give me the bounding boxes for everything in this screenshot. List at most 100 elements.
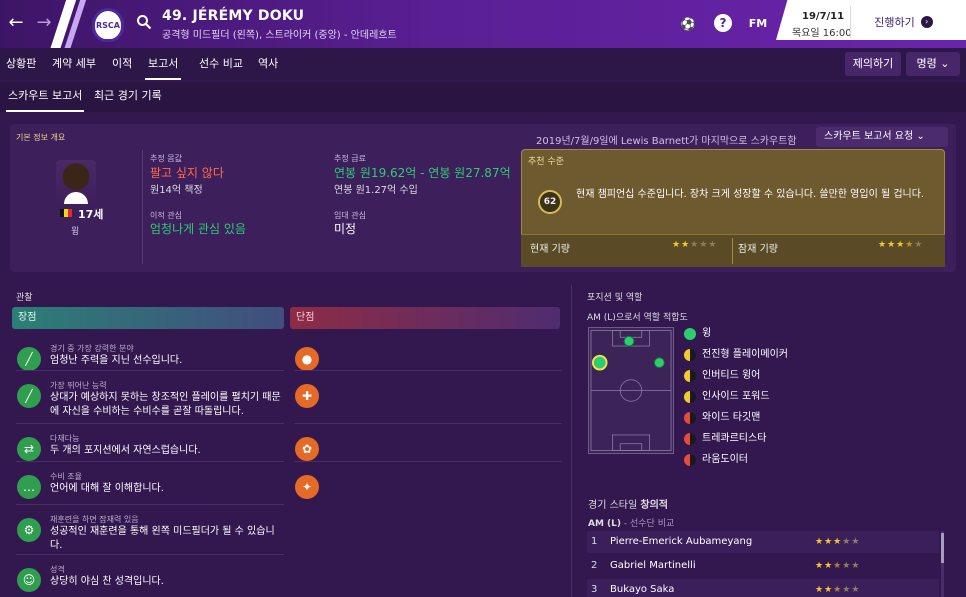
propose-button[interactable]: 제의하기 [845, 52, 901, 76]
help-icon[interactable]: ? [714, 14, 732, 32]
role-suitability-icon [684, 454, 696, 466]
squad-compare-row[interactable]: 2 Gabriel Martinelli ★★★★★ [587, 555, 939, 577]
head-icon: ☺ [17, 568, 41, 592]
value-text: 팔고 싶지 않다 [150, 166, 224, 180]
squad-compare-row[interactable]: 3 Bukayo Saka ★★★★★ [587, 579, 939, 597]
back-arrow-icon[interactable]: ← [6, 12, 26, 34]
strength-item-heading: 경기 중 가장 강력한 분야 [50, 344, 134, 353]
role-name: 전진형 플레이메이커 [702, 349, 788, 360]
strength-item: … 수비 조율 언어에 대해 잘 이해합니다. [12, 463, 284, 507]
compare-player-name: Bukayo Saka [610, 584, 675, 595]
value-label: 추정 몸값 [150, 154, 182, 163]
club-crest-icon[interactable]: RSCA [92, 8, 124, 42]
footprint-icon: ✿ [295, 437, 319, 461]
compare-rank: 3 [591, 584, 598, 595]
subtab-scout-report[interactable]: 스카우트 보고서 [6, 82, 85, 112]
tab-report[interactable]: 보고서 [145, 48, 182, 80]
command-button[interactable]: 명령 ⌄ [906, 52, 960, 76]
training-icon: ⚙ [17, 518, 41, 542]
strength-item-text: 엄청난 주력을 지닌 선수입니다. [50, 355, 183, 366]
football-icon[interactable]: ⚽ [678, 14, 698, 34]
observations-title: 관찰 [16, 293, 33, 303]
strength-item-text: 상대가 예상하지 못하는 창조적인 플레이를 펼치기 때문에 자신을 수비하는 … [50, 392, 281, 417]
compare-player-stars: ★★★★★ [815, 537, 861, 547]
strength-item-text: 상당히 야심 찬 성격입니다. [50, 576, 164, 587]
recommendation-label: 추천 수준 [528, 157, 564, 167]
strength-item-heading: 재훈련을 하면 잠재력 있음 [50, 515, 139, 524]
subtab-recent-matches[interactable]: 최근 경기 기록 [94, 82, 162, 112]
search-icon[interactable] [136, 14, 152, 30]
tab-contract[interactable]: 계약 세부 [52, 48, 96, 80]
role-name: 인사이드 포워드 [702, 391, 770, 402]
chevron-down-icon: ⌄ [940, 57, 950, 70]
potential-ability-label: 잠재 기량 [738, 244, 778, 255]
item-separator [294, 461, 562, 462]
wage-label: 추정 급료 [334, 154, 366, 163]
role-suitability-icon [684, 412, 696, 424]
compare-position: AM (L) [588, 519, 622, 529]
last-scouted-note: 2019년/7월/9일에 Lewis Barnett가 마지막으로 스카우트함 [536, 136, 797, 147]
sub-tabs: 스카우트 보고서 최근 경기 기록 [0, 82, 966, 112]
recommendation-text: 현재 챔피언십 수준입니다. 장차 크게 성장할 수 있습니다. 쓸만한 영입이… [576, 189, 925, 200]
compare-label: - 선수단 비교 [621, 519, 675, 529]
command-label: 명령 [916, 57, 937, 70]
role-suitability-icon [684, 370, 696, 382]
squad-compare-row[interactable]: 1 Pierre-Emerick Aubameyang ★★★★★ [587, 531, 939, 553]
player-age: 17세 [78, 208, 104, 221]
scout-request-label: 스카우트 보고서 요청 [824, 131, 914, 142]
pitch-position-dot [623, 335, 635, 347]
boot-icon: ╱ [17, 384, 41, 408]
boot-icon: ╱ [17, 347, 41, 371]
value-sub: 원14억 책정 [150, 185, 203, 196]
strength-item: ╱ 가장 뛰어난 능력 상대가 예상하지 못하는 창조적인 플레이를 펼치기 때문에… [12, 372, 284, 417]
role-name: 와이드 타깃맨 [702, 412, 761, 423]
pitch-position-main-dot [591, 354, 608, 371]
forward-arrow-icon[interactable]: → [34, 12, 54, 34]
strength-item-text: 언어에 대해 잘 이해합니다. [50, 483, 164, 494]
app-window: ← → RSCA 49. JÉRÉMY DOKU 공격형 미드필더 (왼쪽), … [0, 0, 966, 597]
item-separator [16, 370, 284, 371]
current-date: 19/7/11 [802, 11, 845, 22]
overview-label: 기본 정보 개요 [16, 133, 66, 142]
loan-interest-text: 미정 [334, 222, 357, 236]
fm-logo-icon[interactable]: FM [748, 14, 768, 34]
pitch-diagram [588, 327, 674, 454]
player-position: 윙 [71, 227, 80, 237]
wage-text: 연봉 원19.62억 - 연봉 원27.87억 [334, 166, 511, 180]
role-suitability-icon [684, 349, 696, 361]
wage-sub: 연봉 원1.27억 수입 [334, 185, 418, 196]
ball-icon: ● [295, 347, 319, 371]
arrows-icon: ⇄ [17, 437, 41, 461]
speech-icon: … [17, 475, 41, 499]
play-style-value: 창의적 [640, 500, 668, 511]
item-separator [16, 423, 284, 424]
role-name: 윙 [702, 328, 712, 339]
role-suitability-icon [684, 328, 696, 340]
belgium-flag-icon [60, 209, 72, 217]
medical-cross-icon: ✚ [295, 384, 319, 408]
tab-transfer[interactable]: 이적 [112, 48, 132, 80]
scrollbar-thumb[interactable] [941, 533, 944, 563]
player-photo [56, 160, 96, 204]
current-ability-stars: ★★★★★ [672, 240, 718, 250]
strength-item: ☺ 성격상당히 야심 찬 성격입니다. [12, 556, 284, 597]
scout-request-dropdown[interactable]: 스카우트 보고서 요청 ⌄ [816, 127, 948, 147]
strength-item-heading: 성격 [50, 565, 65, 574]
tab-history[interactable]: 역사 [258, 48, 278, 80]
compare-player-name: Pierre-Emerick Aubameyang [610, 536, 753, 547]
weakness-item: ✚ [290, 372, 562, 416]
strength-item-heading: 다재다능 [50, 434, 80, 443]
current-ability-label: 현재 기량 [530, 244, 570, 255]
column-divider [571, 285, 572, 597]
strength-icon: ✦ [295, 475, 319, 499]
strengths-header: 장점 [12, 307, 284, 329]
continue-button[interactable]: 진행하기 › [850, 6, 956, 38]
strength-item: ⚙ 재훈련을 하면 잠재력 있음 성공적인 재훈련을 통해 왼쪽 미드필더가 될 수… [12, 506, 284, 551]
strength-item-text: 두 개의 포지션에서 자연스럽습니다. [50, 445, 201, 456]
tab-compare[interactable]: 선수 비교 [199, 48, 243, 80]
ability-bar [521, 234, 945, 267]
play-style-title: 경기 스타일 창의적 [588, 496, 668, 511]
tab-dashboard[interactable]: 상황판 [6, 48, 36, 80]
current-day-time: 목요일 16:00 [792, 28, 852, 39]
role-name: 트레콰르티스타 [702, 433, 767, 444]
